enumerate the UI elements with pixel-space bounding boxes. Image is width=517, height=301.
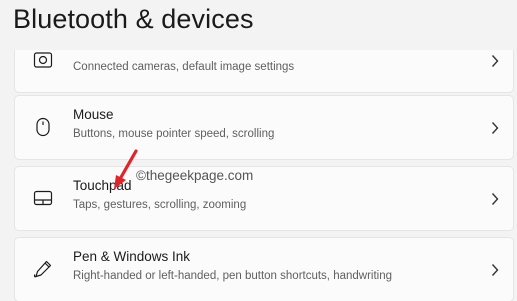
watermark: ©thegeekpage.com bbox=[136, 168, 254, 183]
pen-icon bbox=[33, 259, 53, 279]
page-title: Bluetooth & devices bbox=[13, 4, 254, 34]
settings-item-touchpad[interactable]: Touchpad Taps, gestures, scrolling, zoom… bbox=[14, 166, 514, 231]
settings-item-description: Taps, gestures, scrolling, zooming bbox=[73, 199, 247, 211]
chevron-right-icon bbox=[491, 263, 499, 277]
settings-item-title: Mouse bbox=[73, 107, 114, 122]
mouse-icon bbox=[33, 117, 53, 137]
touchpad-icon bbox=[33, 188, 53, 208]
settings-list: Connected cameras, default image setting… bbox=[14, 50, 517, 301]
settings-item-description: Connected cameras, default image setting… bbox=[73, 61, 295, 73]
chevron-right-icon bbox=[491, 121, 499, 135]
settings-item-title: Pen & Windows Ink bbox=[73, 249, 191, 264]
settings-item-pen-windows-ink[interactable]: Pen & Windows Ink Right-handed or left-h… bbox=[14, 237, 514, 301]
settings-item-description: Buttons, mouse pointer speed, scrolling bbox=[73, 128, 275, 140]
settings-item-mouse[interactable]: Mouse Buttons, mouse pointer speed, scro… bbox=[14, 95, 514, 160]
chevron-right-icon bbox=[491, 54, 499, 68]
settings-item-description: Right-handed or left-handed, pen button … bbox=[73, 270, 393, 282]
settings-item-cameras[interactable]: Connected cameras, default image setting… bbox=[14, 50, 514, 93]
chevron-right-icon bbox=[491, 192, 499, 206]
camera-icon bbox=[33, 50, 53, 70]
